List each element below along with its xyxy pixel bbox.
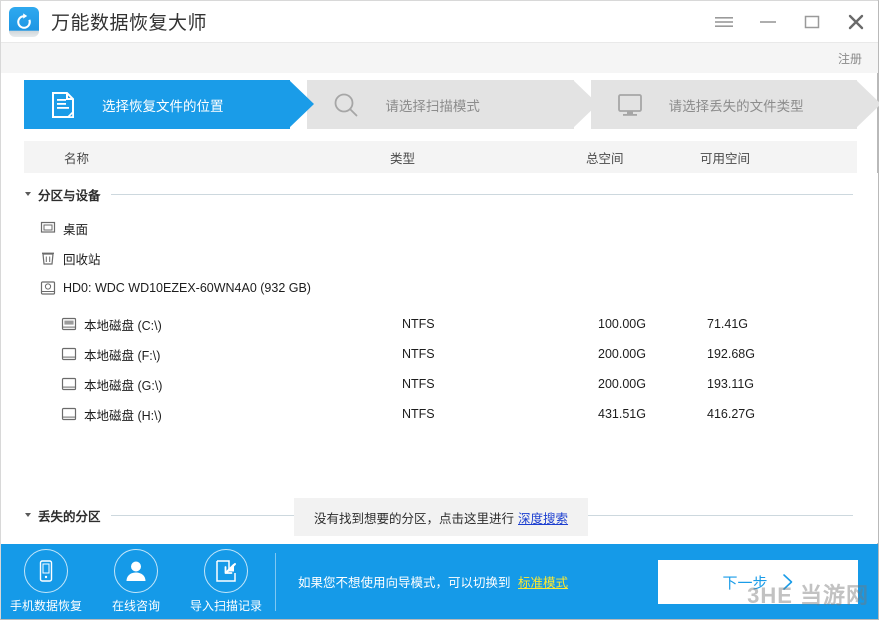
table-cell-type: NTFS bbox=[402, 407, 435, 421]
app-title: 万能数据恢复大师 bbox=[51, 8, 207, 35]
phone-icon bbox=[24, 549, 68, 593]
table-cell-free: 192.68G bbox=[707, 347, 755, 361]
next-button[interactable]: 下一步 bbox=[658, 560, 858, 604]
drive-icon bbox=[60, 405, 78, 423]
table-cell-total: 200.00G bbox=[598, 377, 646, 391]
table-cell-name: 本地磁盘 (G:\) bbox=[84, 375, 162, 394]
minimize-icon[interactable] bbox=[746, 1, 790, 42]
step-indicator: 选择恢复文件的位置 请选择扫描模式 请选择丢失的文件类型 bbox=[24, 80, 857, 129]
desktop-icon bbox=[39, 219, 57, 237]
table-row[interactable]: 本地磁盘 (G:\) NTFS 200.00G 193.11G bbox=[1, 369, 878, 399]
application-window: 万能数据恢复大师 bbox=[0, 0, 879, 620]
close-icon[interactable] bbox=[834, 1, 878, 42]
step-select-file-type[interactable]: 请选择丢失的文件类型 bbox=[591, 80, 857, 129]
search-icon bbox=[331, 90, 361, 120]
register-strip: 注册 bbox=[1, 42, 878, 73]
deep-search-notice: 没有找到想要的分区，点击这里进行 深度搜索 bbox=[294, 498, 588, 536]
list-item-label: 桌面 bbox=[63, 219, 88, 238]
list-item[interactable]: 回收站 bbox=[1, 243, 878, 273]
step-label: 选择恢复文件的位置 bbox=[102, 95, 224, 115]
chevron-down-icon[interactable] bbox=[25, 513, 31, 517]
notice-text: 没有找到想要的分区，点击这里进行 bbox=[314, 508, 514, 527]
os-drive-icon bbox=[60, 315, 78, 333]
person-icon bbox=[114, 549, 158, 593]
title-bar: 万能数据恢复大师 bbox=[1, 1, 878, 42]
harddisk-icon bbox=[39, 279, 57, 297]
column-header-total: 总空间 bbox=[586, 148, 624, 167]
chevron-right-icon bbox=[782, 573, 794, 591]
quick-action-label: 手机数据恢复 bbox=[10, 597, 82, 614]
window-controls bbox=[702, 1, 878, 42]
table-row[interactable]: 本地磁盘 (H:\) NTFS 431.51G 416.27G bbox=[1, 399, 878, 429]
mode-hint: 如果您不想使用向导模式，可以切换到 标准模式 bbox=[298, 572, 568, 591]
table-cell-total: 100.00G bbox=[598, 317, 646, 331]
list-item-label: 回收站 bbox=[63, 249, 101, 268]
table-cell-type: NTFS bbox=[402, 317, 435, 331]
table-row[interactable]: 本地磁盘 (C:\) NTFS 100.00G 71.41G bbox=[1, 309, 878, 339]
section-title: 丢失的分区 bbox=[38, 506, 101, 525]
table-cell-free: 193.11G bbox=[707, 377, 754, 391]
quick-action-online-consult[interactable]: 在线咨询 bbox=[91, 544, 181, 619]
table-cell-free: 71.41G bbox=[707, 317, 748, 331]
column-header-type: 类型 bbox=[390, 148, 415, 167]
hamburger-menu-icon[interactable] bbox=[702, 1, 746, 42]
table-cell-name: 本地磁盘 (F:\) bbox=[84, 345, 160, 364]
column-header-free: 可用空间 bbox=[700, 148, 750, 167]
section-title: 分区与设备 bbox=[38, 185, 101, 204]
import-icon bbox=[204, 549, 248, 593]
deep-search-link[interactable]: 深度搜索 bbox=[518, 508, 568, 527]
mode-hint-text: 如果您不想使用向导模式，可以切换到 bbox=[298, 576, 511, 590]
drive-icon bbox=[60, 375, 78, 393]
register-link[interactable]: 注册 bbox=[838, 50, 862, 67]
maximize-icon[interactable] bbox=[790, 1, 834, 42]
bottom-bar: 手机数据恢复 在线咨询 导入扫描记录 bbox=[1, 544, 878, 619]
document-icon bbox=[48, 90, 78, 120]
quick-action-label: 导入扫描记录 bbox=[190, 597, 262, 614]
table-cell-total: 431.51G bbox=[598, 407, 646, 421]
step-label: 请选择丢失的文件类型 bbox=[669, 95, 804, 115]
table-cell-name: 本地磁盘 (H:\) bbox=[84, 405, 162, 424]
standard-mode-link[interactable]: 标准模式 bbox=[518, 576, 568, 590]
recycle-bin-icon bbox=[39, 249, 57, 267]
drive-icon bbox=[60, 345, 78, 363]
quick-action-label: 在线咨询 bbox=[112, 597, 160, 614]
table-cell-name: 本地磁盘 (C:\) bbox=[84, 315, 162, 334]
section-header-partitions[interactable]: 分区与设备 bbox=[1, 183, 878, 205]
step-select-location[interactable]: 选择恢复文件的位置 bbox=[24, 80, 290, 129]
list-item-label: HD0: WDC WD10EZEX-60WN4A0 (932 GB) bbox=[63, 281, 311, 295]
app-logo-icon bbox=[9, 7, 39, 37]
step-select-scan-mode[interactable]: 请选择扫描模式 bbox=[307, 80, 573, 129]
table-cell-type: NTFS bbox=[402, 377, 435, 391]
quick-action-phone-recovery[interactable]: 手机数据恢复 bbox=[1, 544, 91, 619]
table-cell-free: 416.27G bbox=[707, 407, 755, 421]
table-row[interactable]: 本地磁盘 (F:\) NTFS 200.00G 192.68G bbox=[1, 339, 878, 369]
table-cell-total: 200.00G bbox=[598, 347, 646, 361]
column-header-name: 名称 bbox=[64, 148, 89, 167]
table-header: 名称 类型 总空间 可用空间 bbox=[24, 141, 857, 173]
device-list[interactable]: 分区与设备 桌面 回收站 bbox=[1, 173, 878, 543]
monitor-icon bbox=[615, 90, 645, 120]
section-rule bbox=[111, 194, 853, 195]
quick-action-import-scan[interactable]: 导入扫描记录 bbox=[181, 544, 271, 619]
list-item[interactable]: 桌面 bbox=[1, 213, 878, 243]
bottom-divider bbox=[275, 553, 276, 611]
list-item[interactable]: HD0: WDC WD10EZEX-60WN4A0 (932 GB) bbox=[1, 273, 878, 303]
step-label: 请选择扫描模式 bbox=[385, 95, 480, 115]
chevron-down-icon[interactable] bbox=[25, 192, 31, 196]
next-button-label: 下一步 bbox=[722, 572, 767, 593]
table-cell-type: NTFS bbox=[402, 347, 435, 361]
